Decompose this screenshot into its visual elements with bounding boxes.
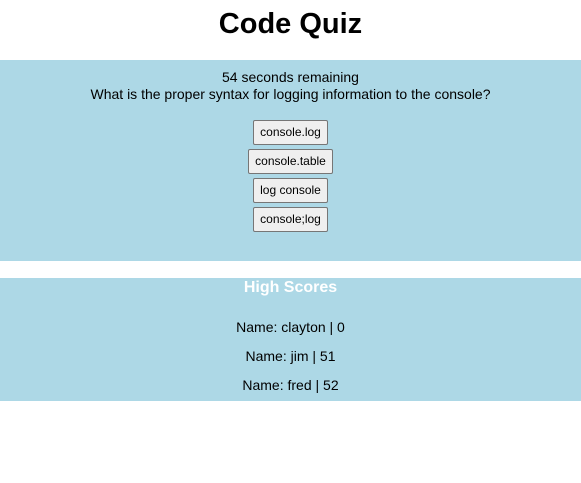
score-entry-clayton: Name: clayton | 0 — [236, 319, 345, 335]
answer-button-console-semicolon-log[interactable]: console;log — [253, 207, 328, 232]
answer-button-console-log[interactable]: console.log — [253, 120, 328, 145]
timer-text: 54 seconds remaining — [222, 69, 359, 85]
score-entry-fred: Name: fred | 52 — [242, 377, 339, 393]
answer-button-console-table[interactable]: console.table — [248, 149, 333, 174]
page-title: Code Quiz — [218, 8, 363, 40]
answer-button-log-console[interactable]: log console — [253, 178, 328, 203]
question-text: What is the proper syntax for logging in… — [90, 86, 491, 102]
quiz-panel: 54 seconds remaining What is the proper … — [0, 60, 581, 261]
high-scores-title: High Scores — [243, 279, 338, 296]
score-entry-jim: Name: jim | 51 — [245, 348, 336, 364]
answer-options: console.log console.table log console co… — [0, 120, 581, 236]
high-scores-panel: High Scores Name: clayton | 0 Name: jim … — [0, 278, 581, 401]
high-scores-list: Name: clayton | 0 Name: jim | 51 Name: f… — [0, 319, 581, 406]
